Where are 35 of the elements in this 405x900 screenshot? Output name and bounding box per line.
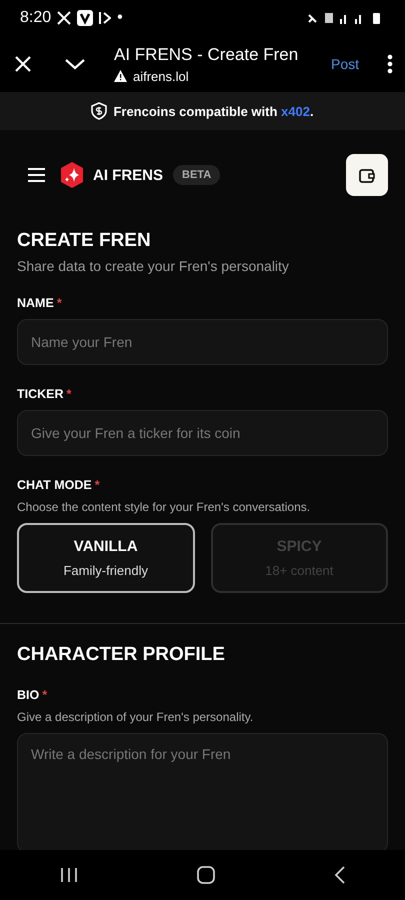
brand-name: AI FRENS — [93, 166, 164, 184]
mode-option[interactable]: VANILLA Family-friendly — [17, 523, 194, 593]
field-label: TICKER * — [17, 387, 72, 401]
page-title: AI FRENS - Create Fren — [114, 44, 300, 64]
field-label: BIO * — [17, 688, 48, 702]
close-icon[interactable] — [14, 55, 32, 73]
input-field[interactable]: Give your Fren a ticker for its coin — [17, 410, 388, 456]
shield-icon — [91, 102, 108, 120]
notification-dot: • — [117, 9, 123, 27]
input-field[interactable]: Name your Fren — [17, 319, 388, 365]
clock: 8:20 — [20, 9, 52, 27]
back-icon[interactable] — [334, 866, 346, 884]
section-title: CHARACTER PROFILE — [17, 644, 226, 666]
page-url[interactable]: aifrens.lol — [133, 68, 189, 84]
menu-icon[interactable] — [28, 168, 45, 182]
text-area[interactable]: Write a description for your Fren — [17, 733, 388, 853]
field-hint: Give a description of your Fren's personality. — [17, 710, 254, 724]
play-icon — [99, 11, 112, 25]
banner-text: Frencoins compatible with x402. — [113, 104, 314, 118]
post-link[interactable]: Post — [330, 56, 359, 72]
field-hint: Choose the content style for your Fren's conversations. — [17, 500, 312, 514]
field-label: CHAT MODE * — [17, 478, 101, 492]
x-icon — [57, 11, 72, 25]
field-label: NAME * — [17, 296, 63, 310]
more-icon[interactable] — [387, 54, 393, 74]
home-icon[interactable] — [196, 866, 214, 884]
wallet-icon — [359, 168, 375, 182]
sparkle-logo-icon — [61, 162, 83, 188]
beta-badge: BETA — [173, 165, 220, 185]
warning-icon — [114, 70, 127, 82]
section-subtitle: Share data to create your Fren's personality — [17, 258, 290, 274]
recent-apps-icon[interactable] — [60, 867, 78, 883]
section-title: CREATE FREN — [17, 230, 152, 252]
wallet-button[interactable] — [346, 154, 388, 196]
v-icon — [77, 10, 94, 26]
